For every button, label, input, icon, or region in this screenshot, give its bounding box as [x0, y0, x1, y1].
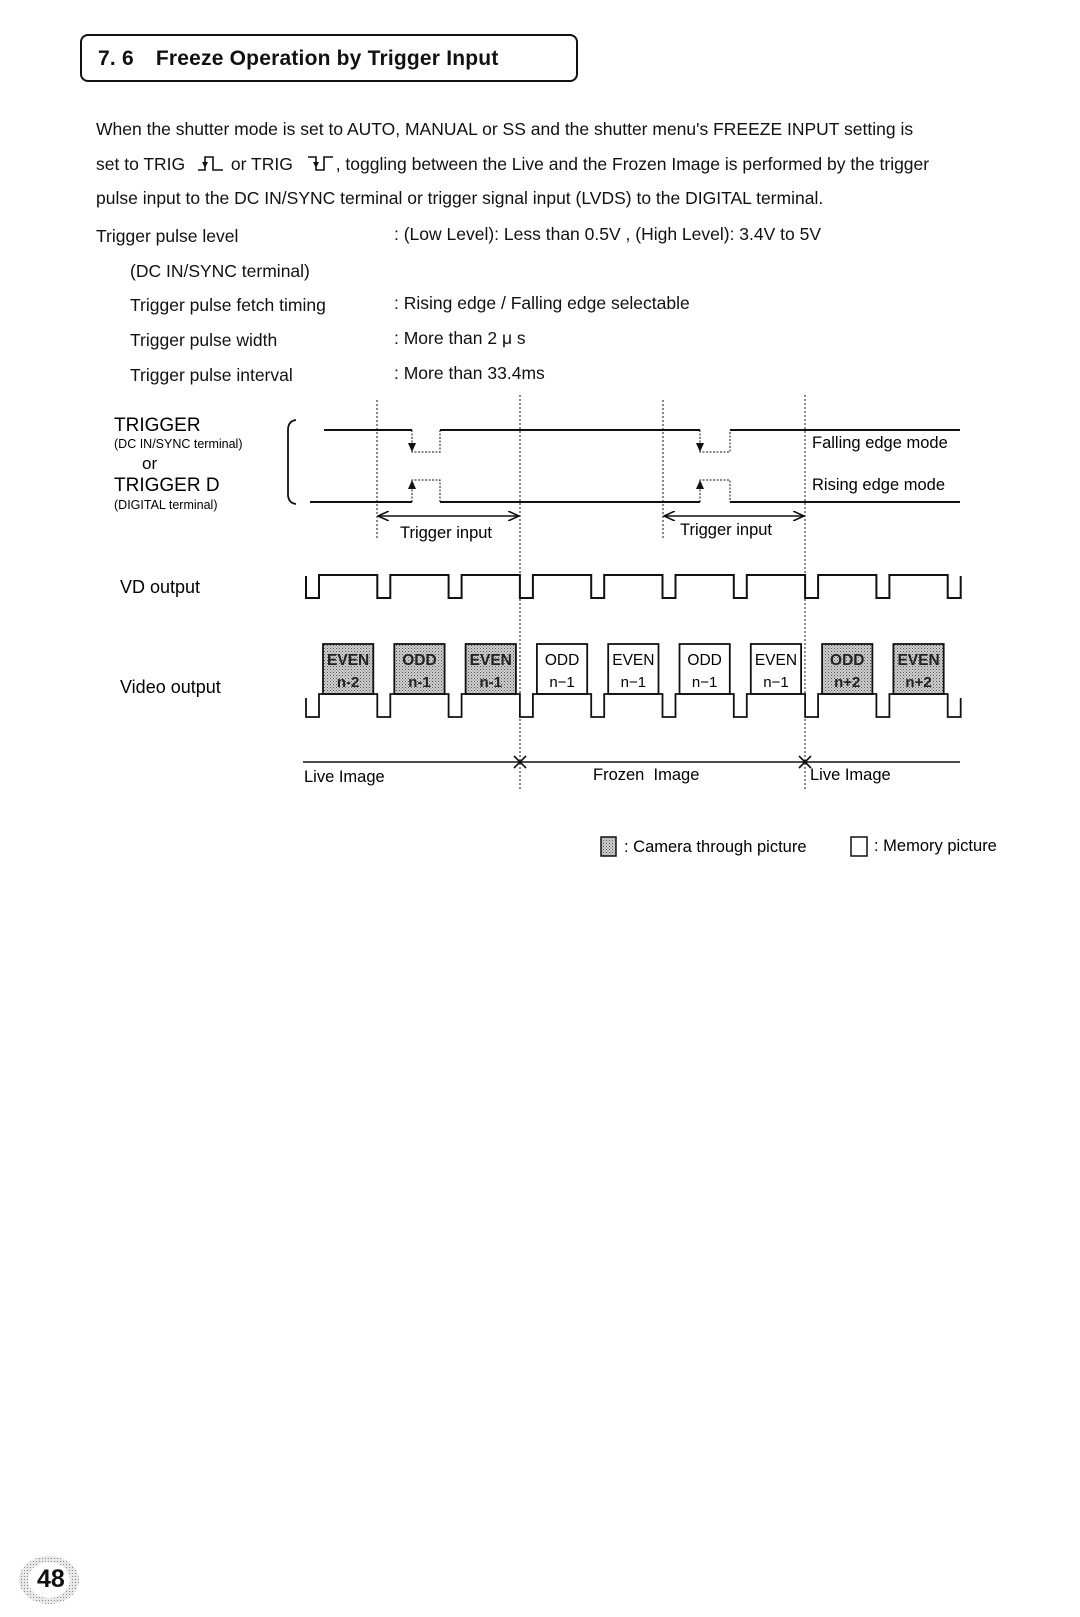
memory-picture-legend-swatch — [850, 836, 868, 857]
field-name-label: EVEN — [612, 652, 654, 669]
trigger-terminal-label: (DC IN/SYNC terminal) — [114, 437, 243, 451]
live-image-label-1: Live Image — [304, 768, 385, 786]
timing-diagram: TRIGGER (DC IN/SYNC terminal) or TRIGGER… — [114, 395, 997, 857]
trigger-d-terminal-label: (DIGITAL terminal) — [114, 498, 218, 512]
camera-picture-legend-label: : Camera through picture — [624, 838, 807, 856]
field-name-label: EVEN — [897, 652, 939, 669]
rising-arrow-icon — [408, 480, 416, 489]
field-index-label: n−1 — [763, 674, 788, 691]
frozen-image-label: Frozen Image — [593, 766, 699, 784]
field-index-label: n-2 — [337, 674, 360, 691]
field-name-label: EVEN — [327, 652, 369, 669]
falling-arrow-icon — [696, 443, 704, 452]
field-name-label: ODD — [830, 652, 864, 669]
rising-edge-mode-label: Rising edge mode — [812, 476, 945, 494]
page-number: 48 — [37, 1565, 65, 1593]
live-image-label-2: Live Image — [810, 766, 891, 784]
field-index-label: n-1 — [408, 674, 431, 691]
field-index-label: n−1 — [692, 674, 717, 691]
field-name-label: ODD — [402, 652, 436, 669]
field-name-label: ODD — [687, 652, 721, 669]
vd-output-waveform — [305, 574, 962, 599]
field-index-label: n−1 — [549, 674, 574, 691]
rising-arrow-icon — [696, 480, 704, 489]
falling-edge-mode-label: Falling edge mode — [812, 434, 948, 452]
trigger-d-label: TRIGGER D — [114, 475, 220, 496]
trigger-label: TRIGGER — [114, 415, 201, 436]
field-index-label: n+2 — [905, 674, 931, 691]
field-index-label: n-1 — [480, 674, 503, 691]
or-label: or — [142, 454, 157, 473]
brace — [287, 419, 297, 505]
vd-output-label: VD output — [120, 577, 200, 597]
falling-arrow-icon — [408, 443, 416, 452]
field-name-label: EVEN — [755, 652, 797, 669]
video-output-label: Video output — [120, 677, 221, 697]
video-output-waveform — [305, 693, 962, 718]
trigger-input-label-1: Trigger input — [400, 524, 492, 542]
trigger-input-label-2: Trigger input — [680, 521, 772, 539]
camera-picture-legend-swatch — [600, 836, 617, 857]
field-index-label: n−1 — [621, 674, 646, 691]
field-name-label: ODD — [545, 652, 579, 669]
memory-picture-legend-label: : Memory picture — [874, 837, 997, 855]
field-name-label: EVEN — [470, 652, 512, 669]
field-index-label: n+2 — [834, 674, 860, 691]
video-fields: EVEN n-2 ODD n-1 EVEN n-1 ODD n−1 EVEN n−1 ODD n−1 E… — [322, 643, 945, 695]
